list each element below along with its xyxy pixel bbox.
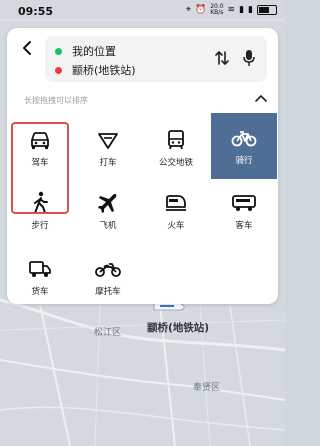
start-dot-icon — [55, 47, 62, 55]
battery-icon — [257, 5, 277, 15]
mode-taxi[interactable]: 打车 — [75, 121, 141, 171]
map-label-zhuanqiao[interactable]: 颛桥(地铁站) — [147, 320, 209, 335]
sort-hint-text: 长按拖拽可以排序 — [24, 96, 88, 105]
data-speed: 20.0 KB/s — [210, 3, 224, 16]
mode-transit[interactable]: 公交地铁 — [143, 121, 209, 171]
map-label-fengxian: 奉贤区 — [193, 383, 221, 393]
truck-icon — [26, 256, 54, 282]
mode-label: 火车 — [167, 221, 185, 231]
status-time: 09:55 — [18, 5, 54, 18]
mode-coach[interactable]: 客车 — [211, 184, 277, 234]
status-bar: 09:55 ⌖ ⏰ 20.0 KB/s ≋ ▮ ▮ — [0, 0, 285, 24]
end-dot-icon — [55, 66, 62, 74]
mode-label: 公交地铁 — [158, 158, 193, 168]
mode-label: 飞机 — [99, 221, 117, 231]
selection-highlight — [11, 122, 69, 214]
location-status-icon: ⌖ — [185, 5, 191, 15]
status-icons: ⌖ ⏰ 20.0 KB/s ≋ ▮ ▮ — [186, 4, 277, 16]
mode-motorcycle[interactable]: 摩托车 — [75, 250, 141, 300]
coach-icon — [230, 190, 258, 216]
start-location-row[interactable]: 我的位置 — [55, 43, 116, 59]
route-panel: 我的位置 颛桥(地铁站) 长按拖拽可以排序 驾车 打车 公交地铁 骑行 步行 飞… — [7, 28, 278, 304]
plane-icon — [94, 190, 122, 216]
collapse-button[interactable] — [253, 92, 269, 104]
back-arrow-icon — [23, 41, 31, 55]
bike-icon — [230, 125, 258, 151]
mode-bike[interactable]: 骑行 — [211, 113, 277, 179]
mode-label: 步行 — [31, 221, 49, 231]
wifi-icon: ≋ — [227, 5, 236, 15]
mode-label: 摩托车 — [95, 287, 121, 297]
end-location-row[interactable]: 颛桥(地铁站) — [55, 62, 136, 78]
swap-button[interactable] — [213, 48, 231, 68]
mode-label: 客车 — [235, 221, 253, 231]
mode-label: 打车 — [99, 158, 117, 168]
back-button[interactable] — [15, 36, 39, 60]
swap-arrows-icon — [215, 51, 229, 65]
mode-label: 骑行 — [235, 156, 253, 166]
start-location-text: 我的位置 — [72, 45, 116, 58]
mode-train[interactable]: 火车 — [143, 184, 209, 234]
route-input-box: 我的位置 颛桥(地铁站) — [45, 36, 267, 82]
taxi-icon — [94, 127, 122, 153]
chevron-up-icon — [255, 95, 267, 102]
end-location-text: 颛桥(地铁站) — [72, 64, 136, 77]
microphone-icon — [243, 50, 255, 66]
alarm-icon: ⏰ — [194, 5, 207, 15]
bus-icon — [162, 127, 190, 153]
mode-label: 货车 — [31, 287, 49, 297]
signal-icon-2: ▮ — [248, 5, 253, 15]
train-icon — [162, 190, 190, 216]
map-label-songjiang: 松江区 — [94, 328, 122, 338]
signal-icon-1: ▮ — [239, 5, 245, 15]
mode-plane[interactable]: 飞机 — [75, 184, 141, 234]
motorcycle-icon — [94, 256, 122, 282]
voice-input-button[interactable] — [240, 48, 258, 68]
mode-truck[interactable]: 货车 — [7, 250, 73, 300]
